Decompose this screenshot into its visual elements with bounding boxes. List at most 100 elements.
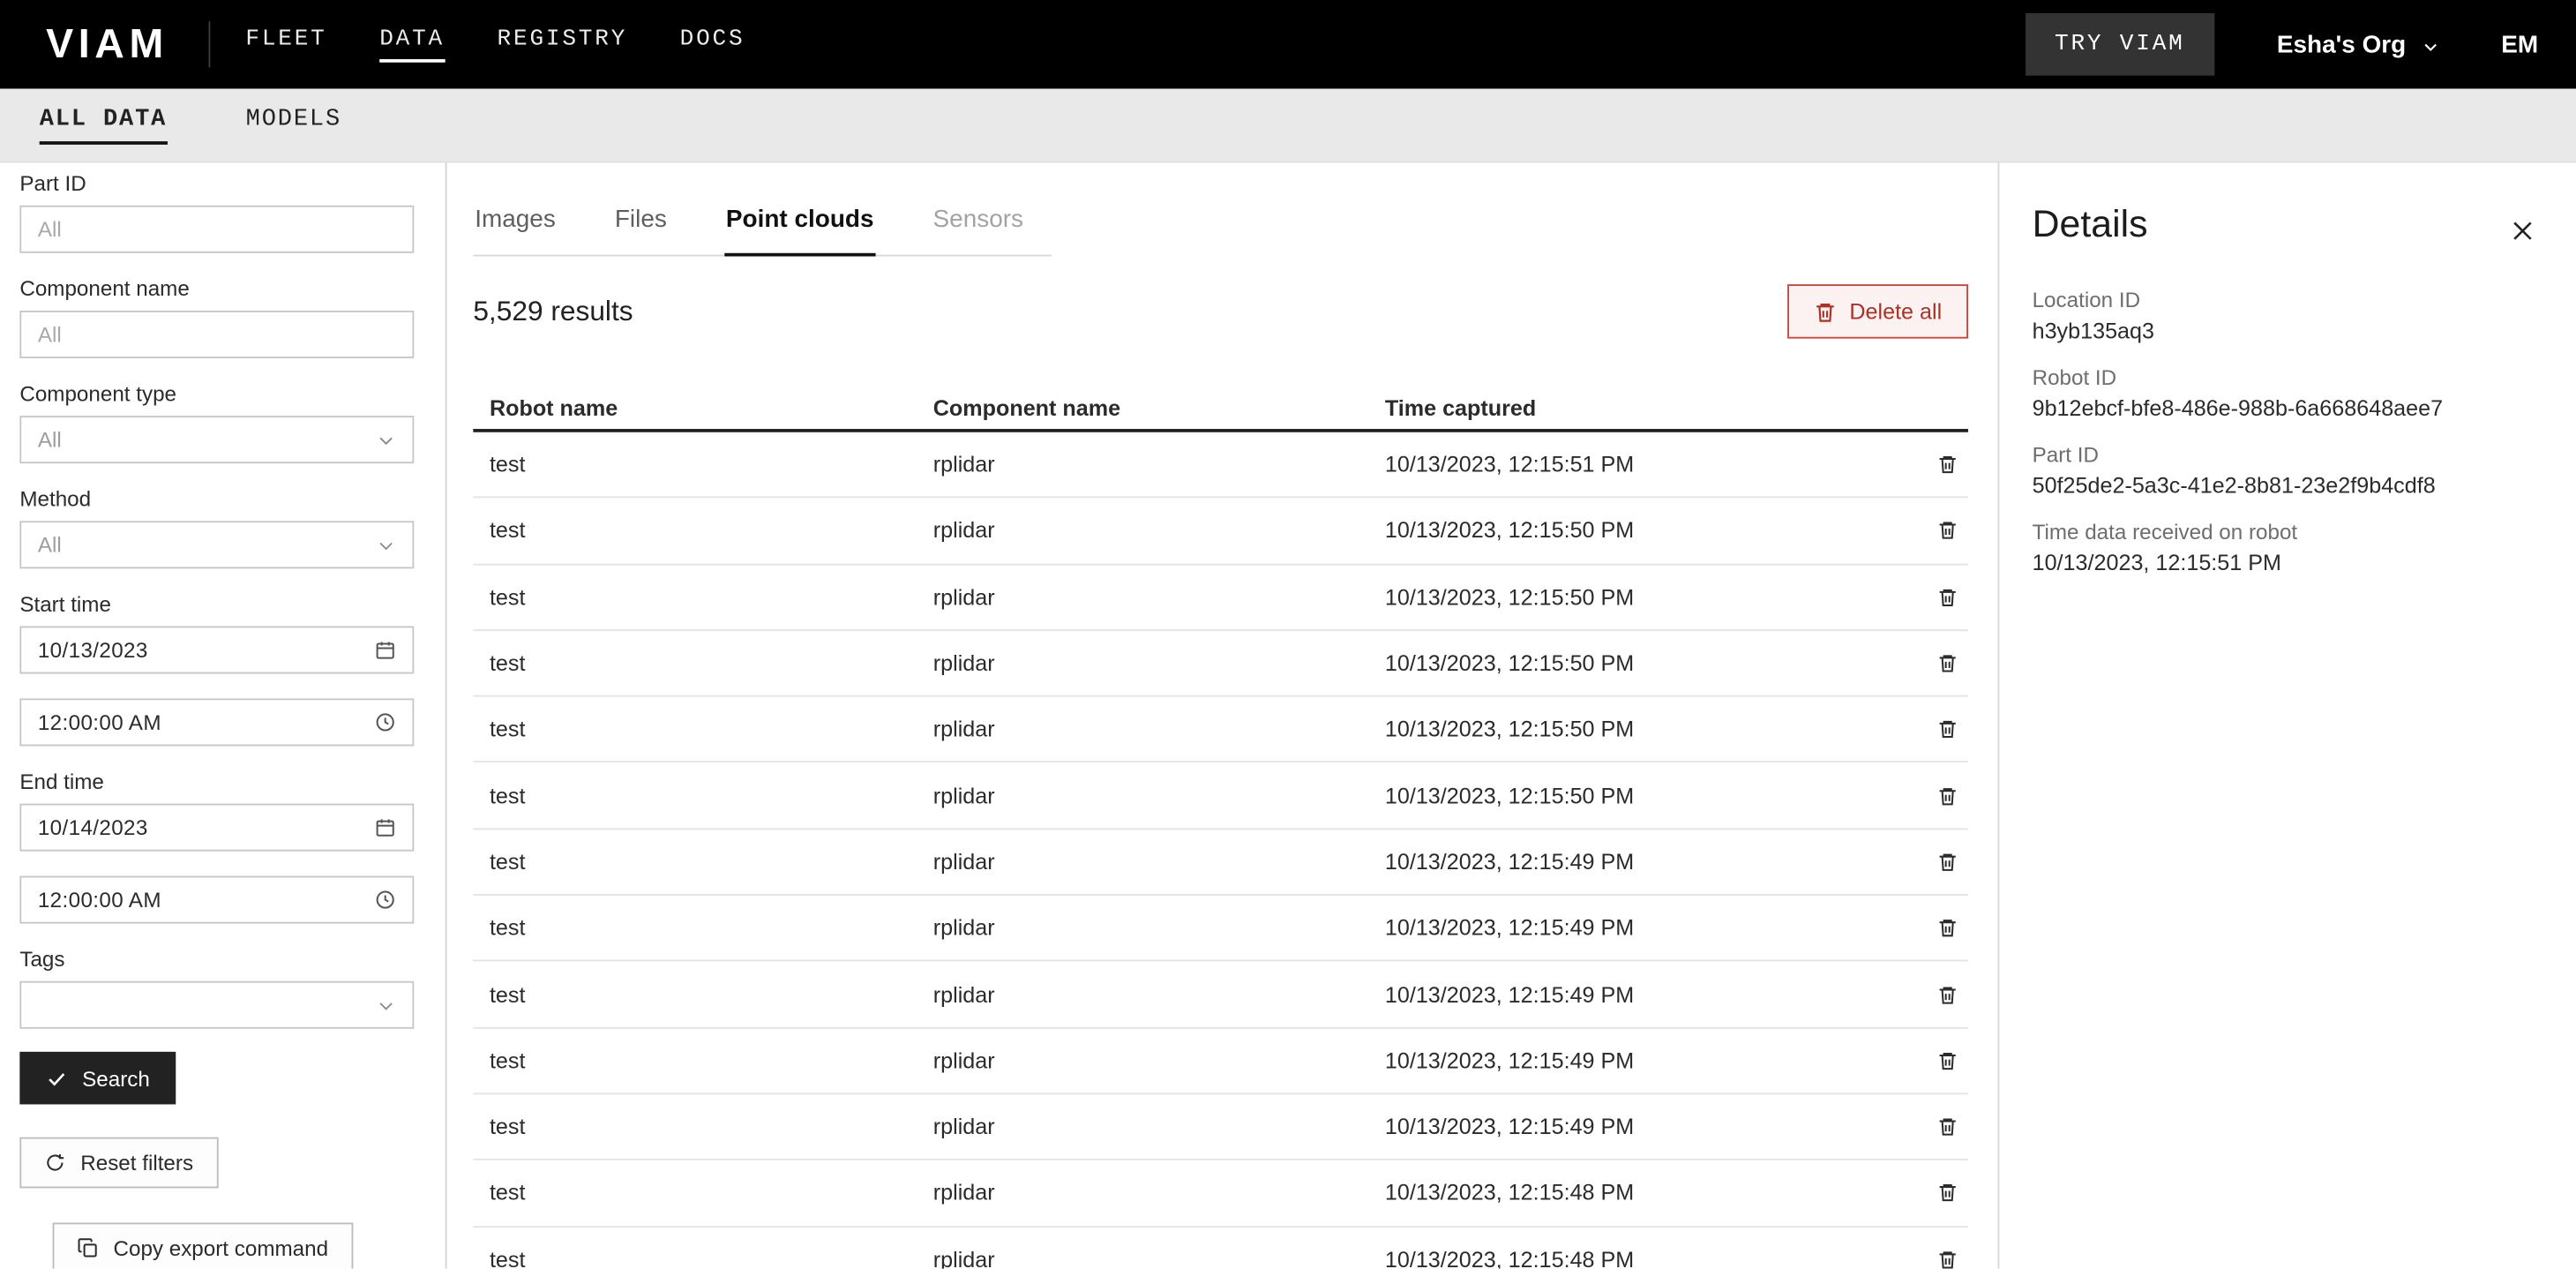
part-id-input[interactable] [21,207,412,252]
trash-icon [1937,586,1958,607]
delete-row-button[interactable] [1902,586,1967,607]
detail-field: Robot ID 9b12ebcf-bfe8-486e-988b-6a66864… [2033,364,2537,420]
nav-item[interactable]: REGISTRY [498,26,628,63]
cell-robot-name: test [490,982,933,1007]
delete-row-button[interactable] [1902,984,1967,1005]
component-name-label: Component name [19,276,412,303]
detail-value: h3yb135aq3 [2033,319,2537,343]
table-row[interactable]: test rplidar 10/13/2023, 12:15:48 PM [473,1160,1968,1227]
data-type-tab[interactable]: Sensors [932,206,1025,257]
cell-robot-name: test [490,850,933,875]
reset-filters-button[interactable]: Reset filters [19,1138,218,1189]
nav-item[interactable]: DOCS [680,26,745,63]
component-name-input[interactable] [21,312,412,357]
trash-icon [1937,785,1958,806]
results-count: 5,529 results [473,295,633,327]
cell-component-name: rplidar [933,850,1385,875]
cell-time-captured: 10/13/2023, 12:15:49 PM [1385,916,1903,941]
delete-row-button[interactable] [1902,851,1967,872]
delete-row-button[interactable] [1902,1050,1967,1071]
nav-item[interactable]: DATA [379,26,445,63]
cell-robot-name: test [490,717,933,742]
data-type-tab[interactable]: Files [613,206,669,257]
table-row[interactable]: test rplidar 10/13/2023, 12:15:50 PM [473,697,1968,763]
org-switcher[interactable]: Esha's Org [2277,30,2439,58]
data-type-tab[interactable]: Point clouds [724,206,875,257]
subnav-tab[interactable]: MODELS [246,106,341,144]
trash-icon [1937,1050,1958,1071]
nav-menu: FLEET DATA REGISTRY DOCS [245,26,745,63]
cell-robot-name: test [490,1048,933,1073]
delete-all-button[interactable]: Delete all [1787,284,1968,338]
delete-row-button[interactable] [1902,1116,1967,1138]
table-row[interactable]: test rplidar 10/13/2023, 12:15:51 PM [473,432,1968,499]
data-type-tab[interactable]: Images [473,206,557,257]
cell-time-captured: 10/13/2023, 12:15:50 PM [1385,584,1903,609]
cell-robot-name: test [490,452,933,477]
table-row[interactable]: test rplidar 10/13/2023, 12:15:48 PM [473,1227,1968,1268]
part-id-label: Part ID [19,171,412,198]
user-menu[interactable]: EM [2501,30,2538,58]
table-row[interactable]: test rplidar 10/13/2023, 12:15:50 PM [473,631,1968,697]
close-icon[interactable] [2509,217,2537,245]
chevron-down-icon [376,995,395,1015]
try-viam-button[interactable]: TRY VIAM [2026,13,2215,76]
content-area: Part ID Component name Component type Al… [0,162,2576,1268]
subnav-tab[interactable]: ALL DATA [40,106,168,144]
cell-time-captured: 10/13/2023, 12:15:49 PM [1385,1115,1903,1139]
tags-label: Tags [19,947,412,973]
method-select[interactable]: All [19,521,414,568]
start-date-input[interactable]: 10/13/2023 [19,627,414,674]
delete-row-button[interactable] [1902,718,1967,740]
delete-row-button[interactable] [1902,652,1967,673]
column-component-name: Component name [933,396,1385,421]
start-time-input[interactable]: 12:00:00 AM [19,698,414,746]
delete-row-button[interactable] [1902,520,1967,541]
details-panel: Details Location ID h3yb135aq3 Robot ID … [1997,162,2576,1268]
cell-robot-name: test [490,584,933,609]
filter-sidebar: Part ID Component name Component type Al… [0,162,447,1268]
cell-robot-name: test [490,651,933,676]
table-row[interactable]: test rplidar 10/13/2023, 12:15:50 PM [473,499,1968,565]
table-row[interactable]: test rplidar 10/13/2023, 12:15:49 PM [473,962,1968,1028]
filter-end-time: End time 10/14/2023 12:00:00 AM [19,770,412,924]
table-row[interactable]: test rplidar 10/13/2023, 12:15:49 PM [473,1094,1968,1160]
clock-icon [375,711,396,732]
cell-component-name: rplidar [933,1115,1385,1139]
tags-select[interactable] [19,981,414,1029]
end-date-input[interactable]: 10/14/2023 [19,804,414,852]
search-button[interactable]: Search [19,1052,176,1105]
table-row[interactable]: test rplidar 10/13/2023, 12:15:49 PM [473,830,1968,896]
cell-component-name: rplidar [933,1181,1385,1205]
nav-item[interactable]: FLEET [245,26,326,63]
delete-row-button[interactable] [1902,1183,1967,1204]
delete-row-button[interactable] [1902,1249,1967,1269]
component-type-select[interactable]: All [19,416,414,463]
clock-icon [375,889,396,910]
end-time-input[interactable]: 12:00:00 AM [19,876,414,924]
top-nav: VIAM FLEETDATAREGISTRYDOCS TRY VIAM Esha… [0,0,2576,89]
delete-row-button[interactable] [1902,785,1967,806]
table-row[interactable]: test rplidar 10/13/2023, 12:15:50 PM [473,763,1968,830]
main-content: Images Files Point clouds Sensors 5,529 res… [447,162,1998,1268]
filter-method: Method All [19,486,412,568]
detail-label: Robot ID [2033,364,2537,389]
table-row[interactable]: test rplidar 10/13/2023, 12:15:49 PM [473,896,1968,962]
detail-label: Part ID [2033,442,2537,467]
data-table: Robot name Component name Time captured … [473,387,1968,1268]
filter-component-name: Component name [19,276,412,358]
cell-time-captured: 10/13/2023, 12:15:49 PM [1385,850,1903,875]
delete-row-button[interactable] [1902,454,1967,475]
trash-icon [1937,1249,1958,1269]
copy-export-command-button[interactable]: Copy export command [53,1223,353,1269]
cell-component-name: rplidar [933,784,1385,808]
table-row[interactable]: test rplidar 10/13/2023, 12:15:50 PM [473,565,1968,631]
cell-robot-name: test [490,1181,933,1205]
cell-robot-name: test [490,1247,933,1269]
end-time-label: End time [19,770,412,796]
delete-row-button[interactable] [1902,918,1967,939]
table-row[interactable]: test rplidar 10/13/2023, 12:15:49 PM [473,1028,1968,1094]
chevron-down-icon [376,535,395,554]
method-label: Method [19,486,412,513]
cell-robot-name: test [490,518,933,543]
